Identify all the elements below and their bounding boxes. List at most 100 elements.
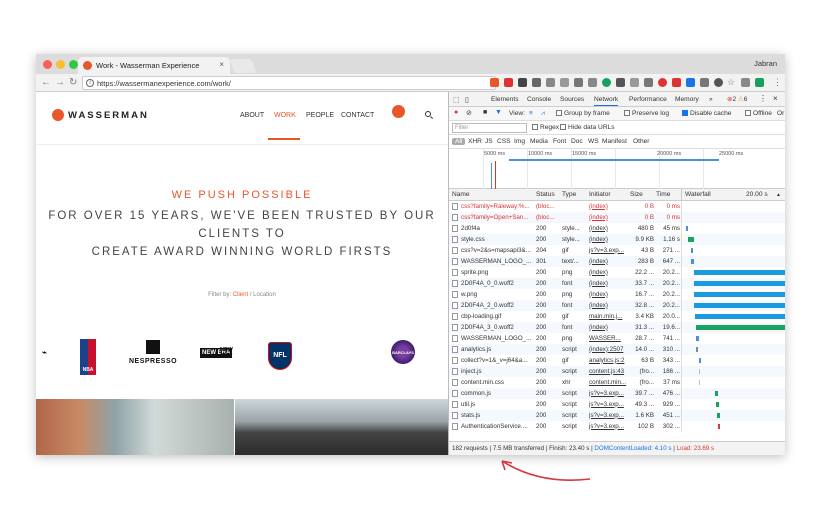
column-type[interactable]: Type [562,191,576,198]
back-arrow-icon[interactable]: ← [41,77,51,88]
large-rows-icon[interactable]: ≡ [529,110,533,117]
type-css[interactable]: CSS [497,138,511,145]
column-status[interactable]: Status [536,191,555,198]
extension-icon[interactable] [518,78,527,87]
table-row[interactable]: AuthenticationService.... 200 script js?v=3… [449,421,785,432]
minimize-window-button[interactable] [56,60,65,69]
extension-icon[interactable] [574,78,583,87]
cell-initiator[interactable]: js?v=3.exp... [589,401,628,408]
close-window-button[interactable] [43,60,52,69]
filter-input[interactable]: Filter [452,123,527,133]
menu-dots-icon[interactable]: ⋮ [773,77,782,88]
type-manifest[interactable]: Manifest [602,138,627,145]
project-photo-2[interactable] [235,399,448,455]
disable-cache-checkbox[interactable]: Disable cache [682,110,731,117]
cell-initiator[interactable]: content.js:43 [589,368,628,375]
network-overview-timeline[interactable]: 5000 ms 10000 ms 15000 ms 20000 ms 25000… [449,149,785,189]
type-xhr[interactable]: XHR [468,138,482,145]
devtools-menu-icon[interactable]: ⋮ [759,94,767,103]
extension-icon[interactable] [490,78,499,87]
type-other[interactable]: Other [633,138,650,145]
client-logo-barclays[interactable]: BARCLAYS [391,340,415,364]
profile-name[interactable]: Jabran [754,59,777,68]
table-row[interactable]: stats.js 200 script js?v=3.exp... 1.6 KB 451 … [449,410,785,421]
waterfall-view-icon[interactable]: ⩘ [541,110,545,118]
table-row[interactable]: cbp-loading.gif 200 gif main.min.j... 3.4 KB… [449,311,785,322]
type-img[interactable]: Img [514,138,525,145]
search-icon[interactable] [425,111,431,117]
partial-client-logo[interactable]: ⌁ [42,348,47,357]
table-row[interactable]: common.js 200 script js?v=3.exp... 39.7 ... 4… [449,388,785,399]
throttle-select[interactable]: Or [777,110,784,117]
extension-icon[interactable] [644,78,653,87]
extension-icon[interactable] [755,78,764,87]
type-js[interactable]: JS [485,138,493,145]
client-logo-nfl[interactable]: NFL [268,342,292,370]
cell-initiator[interactable]: (index) [589,324,628,331]
extension-icon[interactable] [700,78,709,87]
table-row[interactable]: css?family=Open+San... (bloc... (index) 0 B… [449,212,785,223]
table-row[interactable]: collect?v=1&_v=j64&a... 200 gif analytics.j… [449,355,785,366]
hide-data-urls-checkbox[interactable]: Hide data URLs [560,124,615,131]
table-row[interactable]: sprite.png 200 png (index) 22.2 ... 20.2... [449,267,785,278]
table-row[interactable]: css?v=2&s=mapsapi3&... 204 gif js?v=3.exp..… [449,245,785,256]
cell-initiator[interactable]: (index) [589,225,628,232]
cell-initiator[interactable]: (index) [589,269,628,276]
sort-up-icon[interactable]: ▲ [776,192,781,198]
forward-arrow-icon[interactable]: → [55,77,65,88]
offline-checkbox[interactable]: Offline [745,110,772,117]
camera-icon[interactable]: ■ [483,109,487,116]
nav-people[interactable]: PEOPLE [306,112,334,119]
type-font[interactable]: Font [553,138,566,145]
table-row[interactable]: WASSERMAN_LOGO_... 301 text/... (index) 283 … [449,256,785,267]
filter-client-link[interactable]: Client [233,292,248,298]
table-row[interactable]: analytics.js 200 script (index):2507 14.0 ..… [449,344,785,355]
extension-icon[interactable] [630,78,639,87]
extension-icon[interactable] [602,78,611,87]
cell-initiator[interactable]: main.min.j... [589,313,628,320]
cell-initiator[interactable]: (index):2507 [589,346,628,353]
cell-initiator[interactable]: (index) [589,291,628,298]
extension-icon[interactable] [588,78,597,87]
tab-sources[interactable]: Sources [560,96,584,103]
info-icon[interactable]: i [86,79,94,87]
wordpress-icon[interactable] [714,78,723,87]
zoom-window-button[interactable] [69,60,78,69]
cell-initiator[interactable]: (index) [589,258,628,265]
cell-initiator[interactable]: js?v=3.exp... [589,247,628,254]
column-time[interactable]: Time [656,191,670,198]
inspect-element-icon[interactable]: ⬚ [453,96,460,104]
regex-checkbox[interactable]: Regex [532,124,559,131]
cell-initiator[interactable]: WASSER... [589,335,628,342]
table-row[interactable]: inject.js 200 script content.js:43 (fro... 18… [449,366,785,377]
nav-about[interactable]: ABOUT [240,112,264,119]
nav-work[interactable]: WORK [274,112,296,119]
filter-icon[interactable]: ▼ [495,109,502,116]
tab-console[interactable]: Console [527,96,551,103]
site-logo[interactable]: WASSERMAN [52,109,149,121]
extension-icon[interactable] [504,78,513,87]
column-name[interactable]: Name [452,191,470,198]
table-row[interactable]: content.min.css 200 xhr content.min... (fro.… [449,377,785,388]
cell-initiator[interactable]: content.min... [589,379,628,386]
clear-icon[interactable]: ⊘ [466,109,472,117]
table-row[interactable]: style.css 200 style... (index) 9.9 KB 1.16 s [449,234,785,245]
tab-memory[interactable]: Memory [675,96,699,103]
extension-icon[interactable] [741,78,750,87]
wasserman-circle-icon[interactable] [392,105,405,118]
cell-initiator[interactable]: (index) [589,203,628,210]
table-row[interactable]: WASSERMAN_LOGO_... 200 png WASSER... 28.7 ..… [449,333,785,344]
table-row[interactable]: 2D0F4A_0_0.woff2 200 font (index) 33.7 ... 20… [449,278,785,289]
type-all[interactable]: All [452,138,466,145]
type-media[interactable]: Media [530,138,548,145]
url-field[interactable]: i https://wassermanexperience.com/work/ [82,76,496,90]
type-ws[interactable]: WS [588,138,599,145]
column-waterfall[interactable]: Waterfall 20.00 s ▲ [681,189,785,201]
extension-icon[interactable] [616,78,625,87]
extension-icon[interactable] [560,78,569,87]
extension-icon[interactable] [672,78,681,87]
cell-initiator[interactable]: js?v=3.exp... [589,423,628,430]
tab-performance[interactable]: Performance [629,96,667,103]
record-icon[interactable]: ● [454,109,458,116]
table-row[interactable]: 2D0F4A_2_0.woff2 200 font (index) 32.8 ... 20… [449,300,785,311]
